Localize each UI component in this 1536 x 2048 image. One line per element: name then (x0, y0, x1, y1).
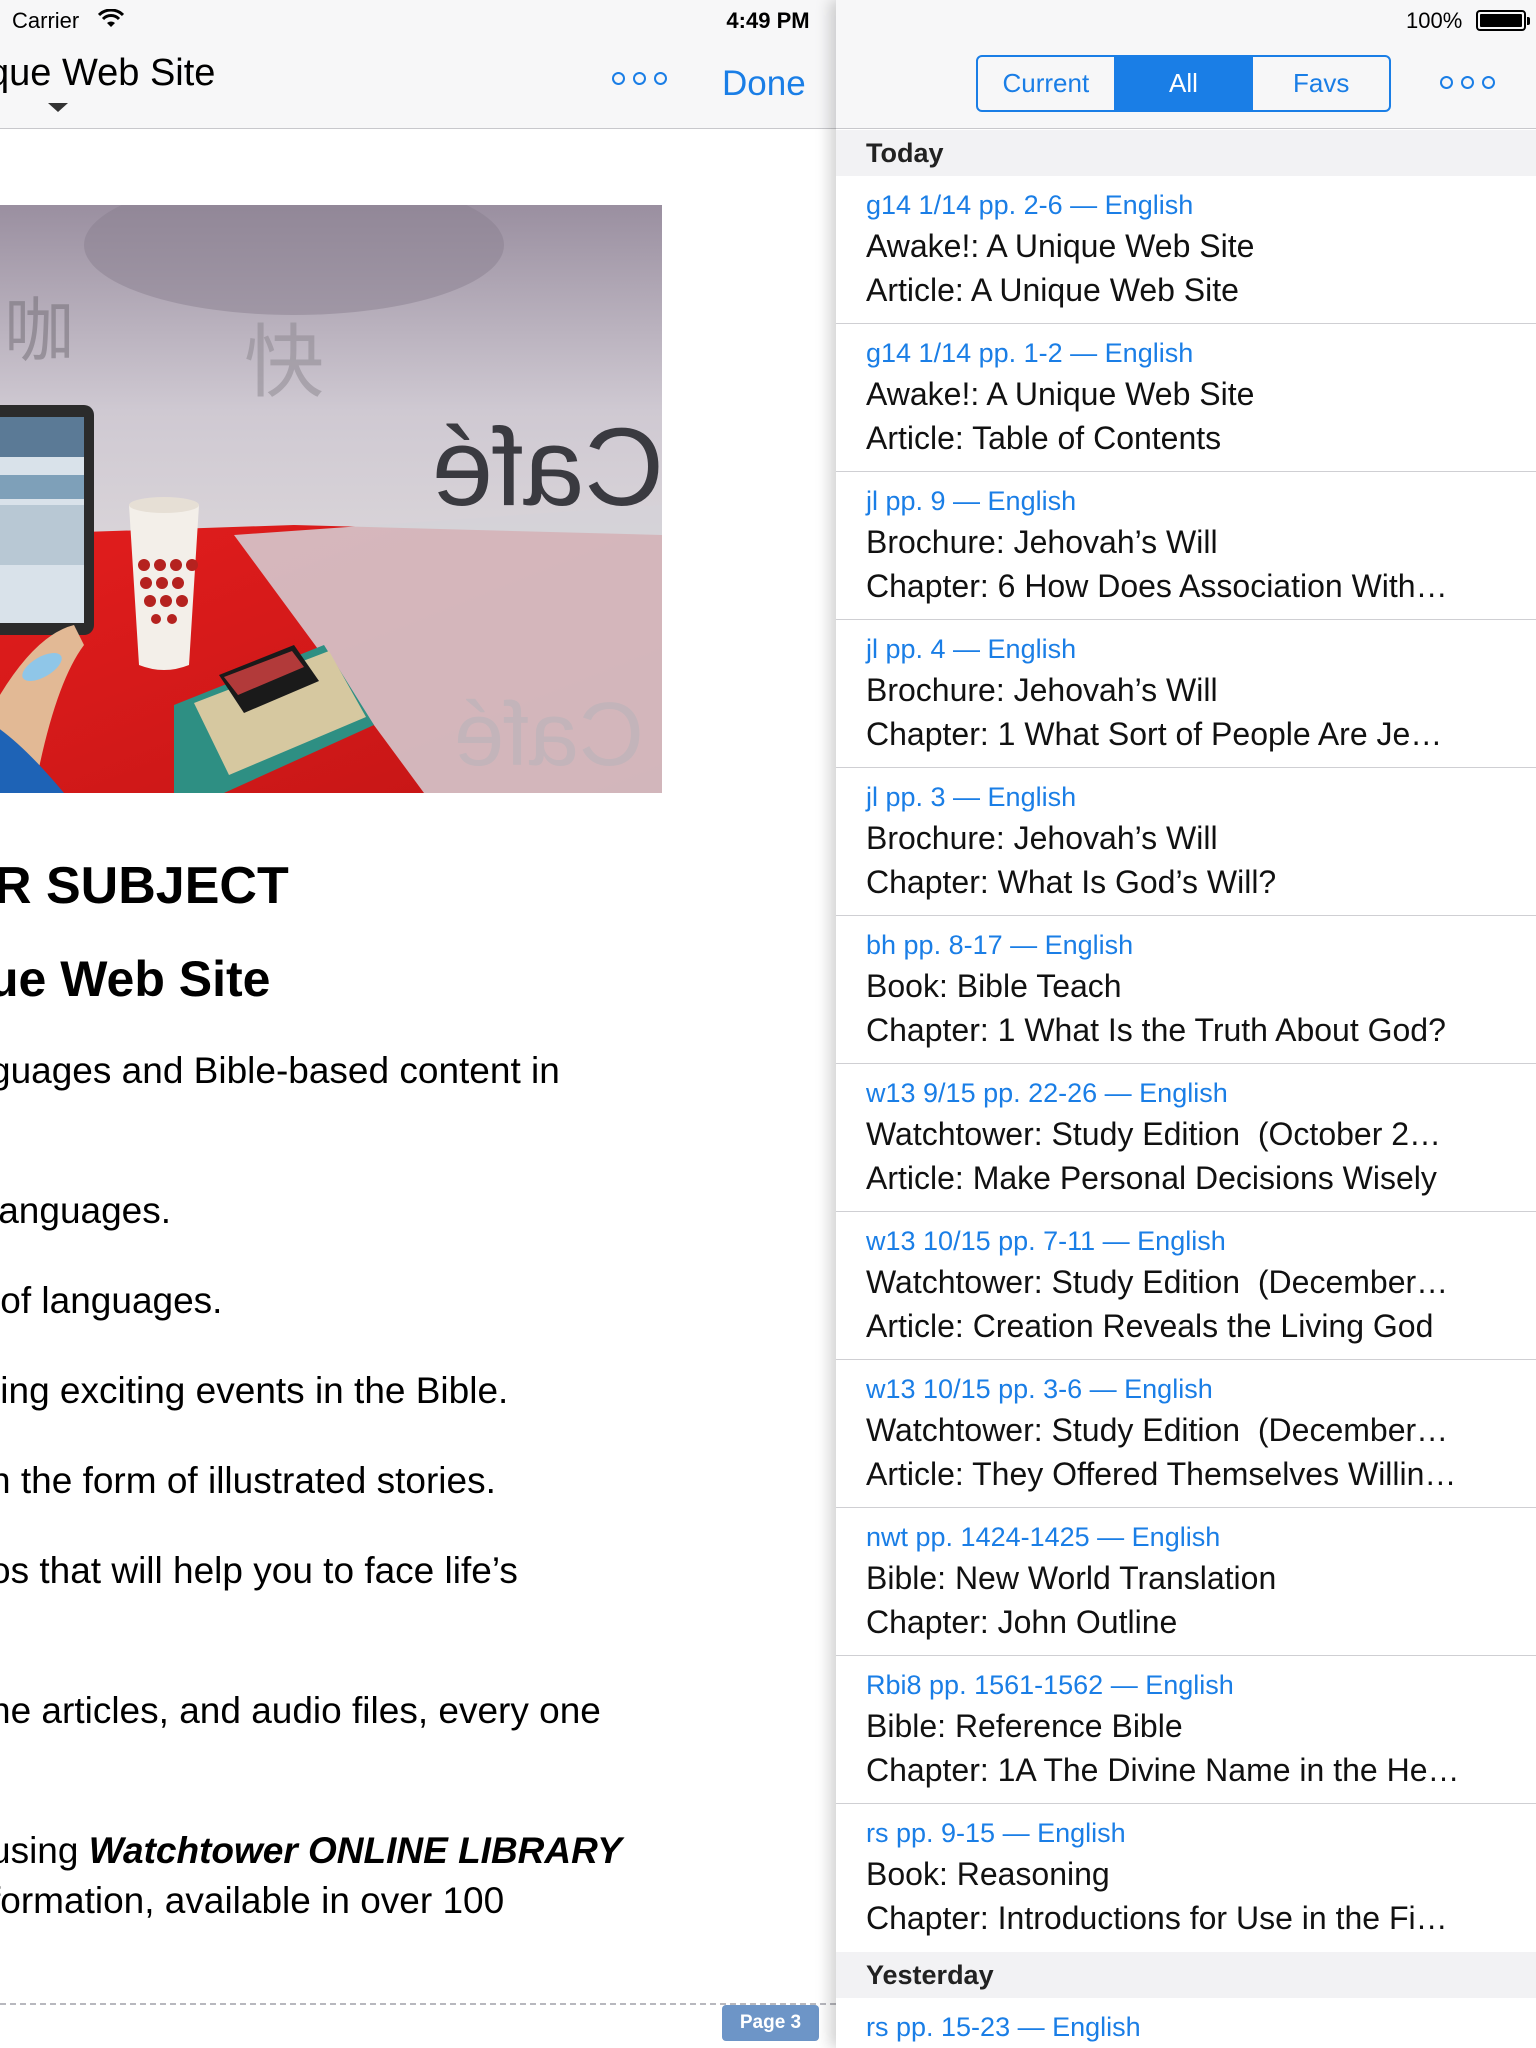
row-chapter: Chapter: Introductions for Use in the Fi… (866, 1900, 1448, 1936)
row-publication: Watchtower: Study Edition (October 2… (866, 1116, 1442, 1152)
row-chapter: Chapter: 6 How Does Association With… (866, 568, 1448, 604)
history-row[interactable]: jl pp. 3 — English Brochure: Jehovah’s W… (836, 768, 1536, 916)
row-chapter: Chapter: 1A The Divine Name in the He… (866, 1752, 1460, 1788)
row-publication: Book: Bible Teach (866, 968, 1122, 1004)
row-publication: Bible: Reference Bible (866, 1708, 1183, 1744)
svg-text:咖: 咖 (4, 290, 74, 372)
history-row[interactable]: nwt pp. 1424-1425 — English Bible: New W… (836, 1508, 1536, 1656)
row-reference: rs pp. 9-15 — English (866, 1818, 1126, 1848)
article-line: os that will help you to face life’s (0, 1550, 518, 1591)
history-row[interactable]: w13 9/15 pp. 22-26 — English Watchtower:… (836, 1064, 1536, 1212)
row-publication: Brochure: Jehovah’s Will (866, 820, 1218, 856)
row-chapter: Article: They Offered Themselves Willin… (866, 1456, 1457, 1492)
article-title: ue Web Site (0, 951, 271, 1007)
row-reference: Rbi8 pp. 1561-1562 — English (866, 1670, 1234, 1700)
section-header-today: Today (836, 130, 1536, 176)
row-reference: bh pp. 8-17 — English (866, 930, 1134, 960)
history-row[interactable]: rs pp. 9-15 — English Book: Reasoning Ch… (836, 1804, 1536, 1952)
row-chapter: Chapter: What Is God’s Will? (866, 864, 1277, 900)
history-row[interactable]: Rbi8 pp. 1561-1562 — English Bible: Refe… (836, 1656, 1536, 1804)
reader-panel: que Web Site Done Café Café 快 咖 R SUBJEC… (0, 0, 836, 2048)
article-subject-heading: R SUBJECT (0, 857, 289, 915)
svg-text:快: 快 (244, 316, 324, 409)
article-hero-image: Café Café 快 咖 (0, 205, 662, 793)
row-publication: Watchtower: Study Edition (December… (866, 1412, 1449, 1448)
done-button[interactable]: Done (722, 64, 806, 104)
article-line: n the form of illustrated stories. (0, 1460, 496, 1501)
row-reference: g14 1/14 pp. 2-6 — English (866, 190, 1194, 220)
history-row[interactable]: jl pp. 9 — English Brochure: Jehovah’s W… (836, 472, 1536, 620)
row-publication: Brochure: Jehovah’s Will (866, 672, 1218, 708)
row-reference: jl pp. 4 — English (866, 634, 1077, 664)
article-line-library-prefix: using (0, 1830, 79, 1871)
row-publication: Awake!: A Unique Web Site (866, 376, 1255, 412)
article-line: ting exciting events in the Bible. (0, 1370, 509, 1411)
caret-down-icon[interactable] (48, 103, 68, 112)
article-line: languages. (0, 1190, 172, 1231)
article-line: formation, available in over 100 (0, 1880, 505, 1921)
history-row[interactable]: w13 10/15 pp. 3-6 — English Watchtower: … (836, 1360, 1536, 1508)
history-row[interactable]: jl pp. 4 — English Brochure: Jehovah’s W… (836, 620, 1536, 768)
history-filter-segmented-control: Current All Favs (976, 55, 1391, 112)
svg-text:Café: Café (432, 406, 662, 529)
row-reference: jl pp. 3 — English (866, 782, 1077, 812)
row-reference[interactable]: rs pp. 15-23 — English (866, 2012, 1141, 2043)
row-chapter: Article: Creation Reveals the Living God (866, 1308, 1434, 1344)
row-reference: w13 10/15 pp. 7-11 — English (866, 1226, 1226, 1256)
history-row[interactable]: g14 1/14 pp. 2-6 — English Awake!: A Uni… (836, 176, 1536, 324)
row-publication: Watchtower: Study Edition (December… (866, 1264, 1449, 1300)
row-chapter: Article: Table of Contents (866, 420, 1222, 456)
battery-percent: 100% (1406, 8, 1463, 33)
article-line: of languages. (0, 1280, 223, 1321)
segment-all[interactable]: All (1115, 57, 1254, 110)
row-publication: Awake!: A Unique Web Site (866, 228, 1255, 264)
section-header-yesterday: Yesterday (836, 1952, 1536, 1998)
row-chapter: Chapter: John Outline (866, 1604, 1178, 1640)
row-publication: Bible: New World Translation (866, 1560, 1277, 1596)
row-reference: g14 1/14 pp. 1-2 — English (866, 338, 1194, 368)
row-publication: Brochure: Jehovah’s Will (866, 524, 1218, 560)
clock: 4:49 PM (726, 8, 810, 33)
battery-icon (1476, 10, 1530, 31)
library-name[interactable]: Watchtower ONLINE LIBRARY (89, 1830, 622, 1871)
row-chapter: Article: A Unique Web Site (866, 272, 1239, 308)
history-row[interactable]: w13 10/15 pp. 7-11 — English Watchtower:… (836, 1212, 1536, 1360)
page-separator (0, 2003, 836, 2005)
more-dots-icon[interactable] (612, 72, 676, 92)
segment-current[interactable]: Current (978, 57, 1116, 110)
row-reference: w13 10/15 pp. 3-6 — English (866, 1374, 1213, 1404)
more-dots-icon[interactable] (1440, 76, 1504, 96)
reader-title[interactable]: que Web Site (0, 52, 215, 95)
row-chapter: Chapter: 1 What Sort of People Are Je… (866, 716, 1443, 752)
svg-text:Café: Café (454, 685, 644, 785)
row-chapter: Article: Make Personal Decisions Wisely (866, 1160, 1437, 1196)
history-row[interactable]: g14 1/14 pp. 1-2 — English Awake!: A Uni… (836, 324, 1536, 472)
article-line: guages and Bible-based content in (0, 1050, 560, 1091)
history-panel: Current All Favs Today g14 1/14 pp. 2-6 … (836, 0, 1536, 2048)
segment-favs[interactable]: Favs (1253, 57, 1389, 110)
row-reference: w13 9/15 pp. 22-26 — English (866, 1078, 1228, 1108)
page-badge: Page 3 (722, 2005, 819, 2041)
row-chapter: Chapter: 1 What Is the Truth About God? (866, 1012, 1446, 1048)
article-line: ne articles, and audio files, every one (0, 1690, 601, 1731)
article-line-library: using Watchtower ONLINE LIBRARY (0, 1830, 622, 1872)
row-reference: nwt pp. 1424-1425 — English (866, 1522, 1221, 1552)
status-bar: Carrier 4:49 PM 100% (0, 0, 1536, 40)
history-row[interactable]: bh pp. 8-17 — English Book: Bible Teach … (836, 916, 1536, 1064)
row-reference: jl pp. 9 — English (866, 486, 1077, 516)
row-publication: Book: Reasoning (866, 1856, 1110, 1892)
